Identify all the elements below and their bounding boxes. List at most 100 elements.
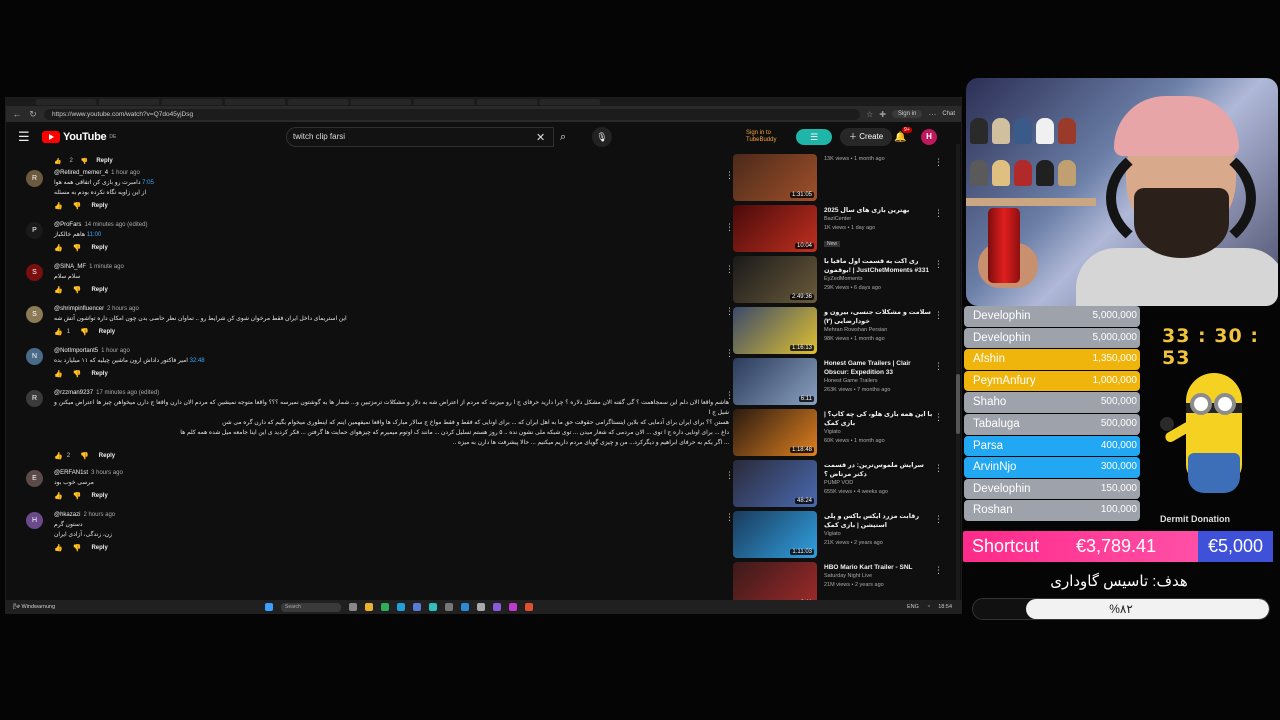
reply-button[interactable]: Reply bbox=[91, 245, 107, 251]
video-title[interactable]: سلامت و مشکلات جنسی، بیرون و خودارضایی (… bbox=[824, 308, 934, 326]
video-thumbnail[interactable]: 6:11 bbox=[733, 358, 817, 405]
video-channel[interactable]: Vigiato bbox=[824, 530, 934, 539]
video-menu-icon[interactable]: ⋮ bbox=[934, 361, 943, 372]
comment-author[interactable]: @ERFAN1st bbox=[54, 470, 88, 476]
app-icon[interactable] bbox=[525, 603, 533, 611]
browser-tab[interactable] bbox=[225, 99, 285, 105]
comment-author[interactable]: @NotImportant5 bbox=[54, 348, 98, 354]
related-video[interactable]: 1:31:05 13K views • 1 month ago ⋮ bbox=[733, 154, 943, 205]
dislike-icon[interactable]: 👎 bbox=[73, 202, 82, 210]
video-channel[interactable]: EyZedMoments bbox=[824, 275, 934, 284]
taskbar-search[interactable]: Search bbox=[281, 602, 341, 612]
comment-time[interactable]: 2 hours ago bbox=[107, 306, 139, 312]
wifi-icon[interactable]: ◔ bbox=[927, 604, 930, 610]
timestamp-link[interactable]: 32:48 bbox=[190, 358, 205, 364]
language-indicator[interactable]: ENG bbox=[907, 604, 919, 610]
scrollbar-thumb[interactable] bbox=[956, 374, 960, 434]
video-menu-icon[interactable]: ⋮ bbox=[934, 259, 943, 270]
video-channel[interactable]: BaziCenter bbox=[824, 215, 934, 224]
discord-icon[interactable] bbox=[493, 603, 501, 611]
comment-author[interactable]: @shrimpinfluencer bbox=[54, 306, 104, 312]
comment-time[interactable]: 17 minutes ago (edited) bbox=[96, 390, 159, 396]
url-field[interactable]: https://www.youtube.com/watch?v=Q7do45yj… bbox=[44, 108, 861, 120]
video-thumbnail[interactable]: 1:11:03 bbox=[733, 511, 817, 558]
video-channel[interactable]: Honest Game Trailers bbox=[824, 377, 934, 386]
like-icon[interactable]: 👍 bbox=[54, 202, 63, 210]
comment-avatar[interactable]: P bbox=[26, 222, 43, 239]
notifications-bell-icon[interactable]: 🔔 bbox=[894, 132, 906, 143]
create-button[interactable]: ＋ Create bbox=[840, 128, 893, 146]
comment-time[interactable]: 1 hour ago bbox=[101, 348, 130, 354]
video-menu-icon[interactable]: ⋮ bbox=[934, 412, 943, 423]
video-menu-icon[interactable]: ⋮ bbox=[934, 565, 943, 576]
video-menu-icon[interactable]: ⋮ bbox=[934, 463, 943, 474]
dislike-icon[interactable]: 👎 bbox=[73, 544, 82, 552]
browser-tab[interactable] bbox=[477, 99, 537, 105]
tubebuddy-icon[interactable]: ☰ bbox=[796, 129, 832, 145]
reply-button[interactable]: Reply bbox=[91, 371, 107, 377]
related-video[interactable]: 48:24 سرایش ملموس‌ترین: در قسمت دکتر مرتا… bbox=[733, 460, 943, 511]
like-icon[interactable]: 👍 bbox=[54, 370, 63, 378]
comment-time[interactable]: 3 hours ago bbox=[91, 470, 123, 476]
like-icon[interactable]: 👍 bbox=[54, 452, 63, 460]
related-video[interactable]: 1:16:13 سلامت و مشکلات جنسی، بیرون و خودا… bbox=[733, 307, 943, 358]
comment-avatar[interactable]: S bbox=[26, 264, 43, 281]
video-channel[interactable]: Saturday Night Live bbox=[824, 572, 934, 581]
reply-button[interactable]: Reply bbox=[91, 493, 107, 499]
comment-author[interactable]: @Retired_memer_4 bbox=[54, 170, 108, 176]
video-thumbnail[interactable]: 1:18:48 bbox=[733, 409, 817, 456]
comment-time[interactable]: 1 hour ago bbox=[111, 170, 140, 176]
app-icon[interactable] bbox=[509, 603, 517, 611]
youtube-logo[interactable]: YouTube DE bbox=[42, 131, 116, 143]
video-channel[interactable]: Mehran Rowshan Persian bbox=[824, 326, 934, 335]
dislike-icon[interactable]: 👎 bbox=[73, 492, 82, 500]
browser-tab[interactable] bbox=[99, 99, 159, 105]
video-menu-icon[interactable]: ⋮ bbox=[934, 157, 943, 168]
reply-button[interactable]: Reply bbox=[99, 453, 115, 459]
comment-author[interactable]: @ProFars bbox=[54, 222, 81, 228]
timestamp-link[interactable]: 11:00 bbox=[87, 232, 102, 238]
timestamp-link[interactable]: 7:05 bbox=[142, 180, 154, 186]
browser-tab[interactable] bbox=[162, 99, 222, 105]
dislike-icon[interactable]: 👎 bbox=[80, 452, 89, 460]
clear-search-icon[interactable]: ✕ bbox=[536, 131, 545, 144]
reply-button[interactable]: Reply bbox=[96, 158, 112, 164]
like-icon[interactable]: 👍 bbox=[54, 286, 63, 294]
hamburger-menu-icon[interactable]: ☰ bbox=[18, 129, 36, 145]
weather-widget[interactable]: 🌬 Windwarnung bbox=[13, 604, 233, 610]
app-icon[interactable] bbox=[477, 603, 485, 611]
file-explorer-icon[interactable] bbox=[365, 603, 373, 611]
comment-avatar[interactable]: S bbox=[26, 306, 43, 323]
back-icon[interactable]: ← bbox=[12, 109, 22, 119]
video-menu-icon[interactable]: ⋮ bbox=[934, 514, 943, 525]
search-input[interactable]: twitch clip farsi bbox=[286, 127, 554, 147]
like-icon[interactable]: 👍 bbox=[54, 244, 63, 252]
related-video[interactable]: 10:04 بهترین بازی های سال 2025 BaziCenter 1… bbox=[733, 205, 943, 256]
video-thumbnail[interactable]: 1:31:05 bbox=[733, 154, 817, 201]
related-video[interactable]: 2:49:36 ری اکت به قسمت اول مافیا با بوقمو… bbox=[733, 256, 943, 307]
video-title[interactable]: سرایش ملموس‌ترین: در قسمت دکتر مرتاض ؟ bbox=[824, 461, 934, 479]
reply-button[interactable]: Reply bbox=[91, 545, 107, 551]
comment-author[interactable]: @SINA_MF bbox=[54, 264, 86, 270]
video-thumbnail[interactable]: 1:16:13 bbox=[733, 307, 817, 354]
video-title[interactable]: Honest Game Trailers | Clair Obscur: Exp… bbox=[824, 359, 934, 377]
dislike-icon[interactable]: 👎 bbox=[81, 158, 88, 165]
microphone-icon[interactable]: 🎙 bbox=[592, 127, 612, 147]
dislike-icon[interactable]: 👎 bbox=[73, 286, 82, 294]
browser-signin-button[interactable]: Sign in bbox=[891, 110, 923, 118]
account-avatar[interactable]: H bbox=[921, 129, 937, 145]
video-thumbnail[interactable]: 2:49:36 bbox=[733, 256, 817, 303]
comment-time[interactable]: 2 hours ago bbox=[83, 512, 115, 518]
search-icon[interactable]: ⌕ bbox=[560, 131, 566, 144]
comment-avatar[interactable]: R bbox=[26, 170, 43, 187]
video-thumbnail[interactable]: 10:04 bbox=[733, 205, 817, 252]
dislike-icon[interactable]: 👎 bbox=[80, 328, 89, 336]
video-thumbnail[interactable]: 48:24 bbox=[733, 460, 817, 507]
like-icon[interactable]: 👍 bbox=[54, 158, 61, 165]
comment-author[interactable]: @hkazazi bbox=[54, 512, 80, 518]
browser-tab[interactable] bbox=[414, 99, 474, 105]
windows-start-icon[interactable] bbox=[265, 603, 273, 611]
extension-icon[interactable]: ✚ bbox=[879, 110, 886, 119]
video-title[interactable]: رقابت مزرد ایکس باکس و پلی استیشن | بازی… bbox=[824, 512, 934, 530]
dislike-icon[interactable]: 👎 bbox=[73, 244, 82, 252]
